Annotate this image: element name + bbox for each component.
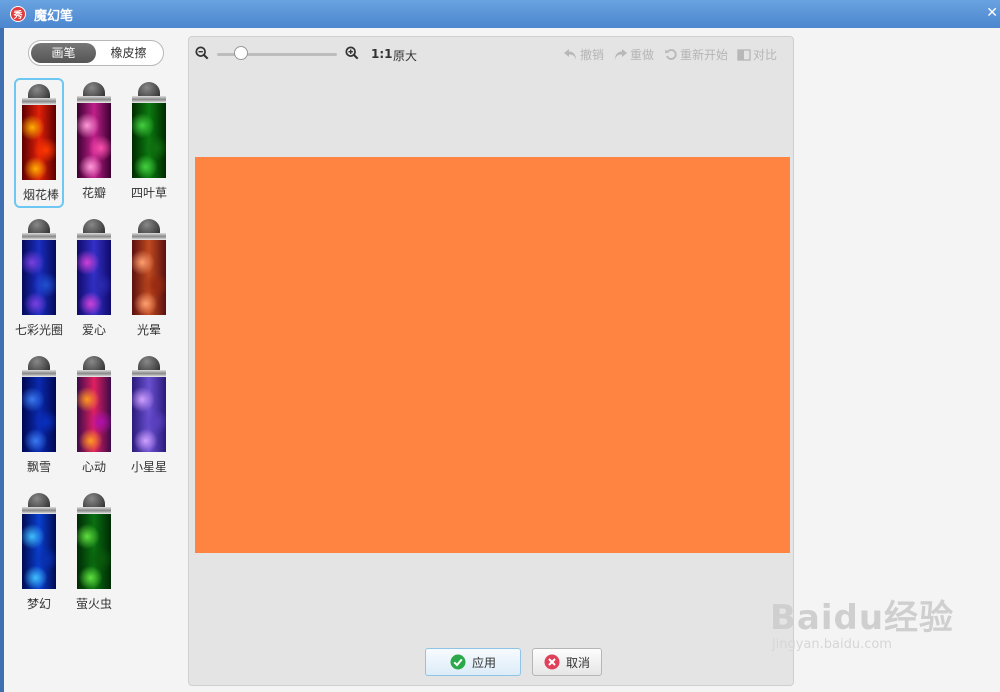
zoom-in-icon[interactable] xyxy=(345,46,359,60)
pen-ring xyxy=(22,233,56,240)
canvas-panel: 1:1 原大 撤销 重做 重新开始 对比 应用 取消 xyxy=(188,36,794,686)
undo-icon xyxy=(564,49,576,60)
drawing-canvas[interactable] xyxy=(195,157,790,553)
brush-pen-icon xyxy=(77,493,111,589)
brush-item[interactable]: 光晕 xyxy=(124,215,174,345)
pen-ring xyxy=(132,370,166,377)
redo-icon xyxy=(615,49,627,60)
brush-label: 小星星 xyxy=(130,460,167,474)
pen-body-texture xyxy=(22,240,56,315)
watermark: Baidu经验 jingyan.baidu.com xyxy=(770,590,954,652)
zoom-ratio-button[interactable]: 1:1 xyxy=(371,47,393,61)
pen-body-texture xyxy=(77,377,111,452)
close-icon[interactable]: ✕ xyxy=(986,5,998,21)
pen-body-texture xyxy=(77,514,111,589)
mode-brush-button[interactable]: 画笔 xyxy=(31,43,96,63)
brush-pen-icon xyxy=(77,82,111,178)
brush-item[interactable]: 爱心 xyxy=(69,215,119,345)
original-size-button[interactable]: 原大 xyxy=(393,47,417,64)
window-title: 魔幻笔 xyxy=(34,8,74,24)
brush-pen-icon xyxy=(77,219,111,315)
brush-item[interactable]: 七彩光圈 xyxy=(14,215,64,345)
pen-ring xyxy=(132,233,166,240)
brush-pen-icon xyxy=(22,84,56,180)
brush-item[interactable]: 心动 xyxy=(69,352,119,482)
brush-label: 光晕 xyxy=(136,323,161,337)
restart-button[interactable]: 重新开始 xyxy=(665,46,728,63)
watermark-url: jingyan.baidu.com xyxy=(772,637,892,652)
apply-button[interactable]: 应用 xyxy=(425,648,521,676)
pen-ring xyxy=(132,96,166,103)
cancel-circle-icon xyxy=(544,654,560,670)
undo-button[interactable]: 撤销 xyxy=(563,46,604,63)
pen-ring xyxy=(77,370,111,377)
title-bar: 秀 魔幻笔 ✕ xyxy=(0,0,1000,28)
mode-toggle: 画笔 橡皮擦 xyxy=(28,40,164,66)
pen-body-texture xyxy=(22,377,56,452)
pen-body-texture xyxy=(22,105,56,180)
compare-label: 对比 xyxy=(753,48,778,62)
cancel-button[interactable]: 取消 xyxy=(532,648,602,676)
pen-ring xyxy=(22,98,56,105)
apply-label: 应用 xyxy=(471,655,496,670)
brush-item[interactable]: 飘雪 xyxy=(14,352,64,482)
pen-ring xyxy=(77,507,111,514)
restart-label: 重新开始 xyxy=(680,48,729,62)
app-logo-icon: 秀 xyxy=(10,6,26,22)
cancel-label: 取消 xyxy=(565,655,590,670)
brush-label: 萤火虫 xyxy=(75,597,112,611)
brush-pen-icon xyxy=(22,493,56,589)
pen-ring xyxy=(77,96,111,103)
pen-ring xyxy=(77,233,111,240)
brush-sidebar: 画笔 橡皮擦 烟花棒 花瓣 四叶草七彩光圈 爱心光晕飘雪 心动 小星星梦幻 萤火虫 xyxy=(4,36,180,686)
brush-label: 四叶草 xyxy=(130,186,167,200)
brush-pen-icon xyxy=(77,356,111,452)
zoom-out-icon[interactable] xyxy=(195,46,209,60)
brush-pen-icon xyxy=(132,356,166,452)
redo-button[interactable]: 重做 xyxy=(613,46,654,63)
pen-body-texture xyxy=(132,103,166,178)
brush-item[interactable]: 四叶草 xyxy=(124,78,174,208)
brush-item[interactable]: 萤火虫 xyxy=(69,489,119,619)
pen-body-texture xyxy=(132,240,166,315)
pen-ring xyxy=(22,370,56,377)
watermark-logo: Baidu经验 xyxy=(770,598,955,638)
redo-label: 重做 xyxy=(630,48,655,62)
check-circle-icon xyxy=(450,654,466,670)
pen-body-texture xyxy=(22,514,56,589)
brush-item[interactable]: 烟花棒 xyxy=(14,78,64,208)
mode-eraser-button[interactable]: 橡皮擦 xyxy=(96,43,161,63)
pen-body-texture xyxy=(77,240,111,315)
brush-item[interactable]: 梦幻 xyxy=(14,489,64,619)
brush-item[interactable]: 小星星 xyxy=(124,352,174,482)
pen-body-texture xyxy=(77,103,111,178)
compare-button[interactable]: 对比 xyxy=(737,46,777,63)
zoom-slider-handle[interactable] xyxy=(234,46,248,60)
brush-pen-icon xyxy=(132,82,166,178)
brush-pen-icon xyxy=(22,356,56,452)
canvas-toolbar: 1:1 原大 撤销 重做 重新开始 对比 xyxy=(189,37,795,71)
brush-pen-icon xyxy=(132,219,166,315)
restart-icon xyxy=(665,49,677,60)
compare-icon xyxy=(737,48,751,61)
brush-item[interactable]: 花瓣 xyxy=(69,78,119,208)
pen-body-texture xyxy=(132,377,166,452)
undo-label: 撤销 xyxy=(580,48,605,62)
brush-pen-icon xyxy=(22,219,56,315)
pen-ring xyxy=(22,507,56,514)
